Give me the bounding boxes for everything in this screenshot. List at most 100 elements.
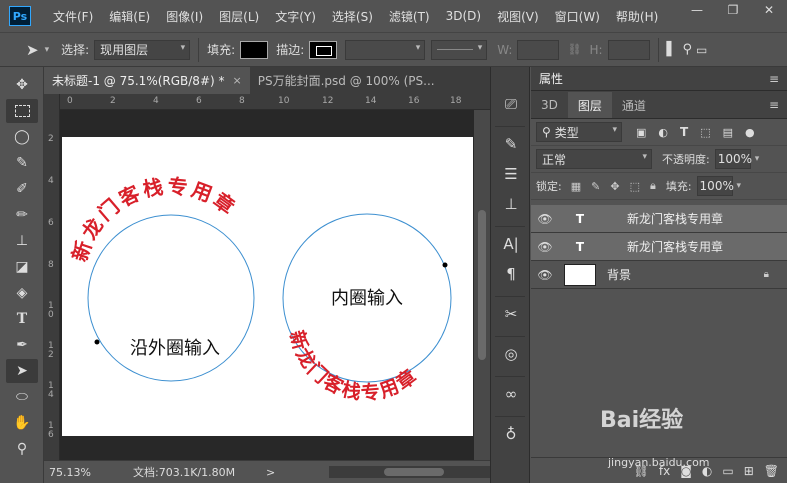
clone-source-icon[interactable]: ⊥ [496,191,526,217]
blend-mode-dropdown[interactable]: 正常 ▾ [536,149,652,169]
lock-artboard-icon[interactable]: ⬚ [630,180,640,193]
close-window-icon[interactable]: ✕ [751,0,787,20]
layer-filter-dropdown[interactable]: ⚲ 类型 ▾ [536,122,622,142]
workspace-icon[interactable]: ▭ [696,43,707,57]
menu-edit[interactable]: 编辑(E) [101,8,158,25]
tab-untitled-1[interactable]: 未标题-1 @ 75.1%(RGB/8#) * × [44,67,250,94]
eyedropper-tool-icon[interactable]: ✐ [6,177,38,201]
tab-layers[interactable]: 图层 [567,92,612,118]
vertical-scrollbar[interactable] [474,110,490,460]
stamp-tool-icon[interactable]: ⊥ [6,229,38,253]
learn-lightbulb-icon[interactable]: ♁ [496,421,526,447]
layer-name[interactable]: 背景 [607,266,631,283]
paint-bucket-tool-icon[interactable]: ◈ [6,281,38,305]
scrollbar-thumb[interactable] [478,210,486,360]
eye-icon[interactable]: 👁︎ [531,212,559,226]
menu-file[interactable]: 文件(F) [45,8,101,25]
lock-pixels-icon[interactable]: ✎ [591,180,600,193]
filter-smart-object-icon[interactable]: ▤ [723,126,733,139]
minimize-icon[interactable]: — [679,0,715,20]
menu-filter[interactable]: 滤镜(T) [381,8,438,25]
status-menu-arrow[interactable]: > [266,466,275,479]
menu-window[interactable]: 窗口(W) [547,8,608,25]
zoom-tool-icon[interactable]: ⚲ [6,437,38,461]
eye-icon[interactable]: 👁︎ [531,268,559,282]
panel-menu-icon[interactable]: ≡ [769,98,779,112]
menu-view[interactable]: 视图(V) [489,8,547,25]
filter-toggle-icon[interactable]: ● [745,126,755,139]
filter-type-icon[interactable]: T [680,125,688,139]
ellipse-tool-icon[interactable]: ⬭ [6,385,38,409]
delete-layer-icon[interactable]: 🗑︎ [764,464,779,478]
menu-3d[interactable]: 3D(D) [438,9,489,23]
menu-select[interactable]: 选择(S) [324,8,381,25]
path-operations-icon[interactable]: ▌ [667,42,677,57]
type-tool-icon[interactable]: T [6,307,38,331]
libraries-icon[interactable]: ◎ [496,341,526,367]
chevron-down-icon[interactable]: ▾ [737,181,742,191]
filter-shape-icon[interactable]: ⬚ [700,126,710,139]
new-layer-icon[interactable]: ⊞ [744,464,754,478]
tool-preset-chevron-icon[interactable]: ▾ [45,45,50,55]
lock-transparent-icon[interactable]: ▦ [571,180,581,193]
height-input[interactable] [607,39,650,60]
canvas-area[interactable]: 新龙门客栈专用章 沿外圈输入 新龙门客栈专用章 内圈输入 [60,110,474,460]
tab-3d[interactable]: 3D [531,92,568,118]
opacity-input[interactable]: 100% [714,149,752,169]
fill-input[interactable]: 100% [696,176,734,196]
brush-tool-icon[interactable]: ✏ [6,203,38,227]
eye-icon[interactable]: 👁︎ [531,240,559,254]
hand-tool-icon[interactable]: ✋ [6,411,38,435]
new-group-icon[interactable]: ▭ [722,464,733,478]
menu-image[interactable]: 图像(I) [158,8,211,25]
move-tool-icon[interactable]: ✥ [6,73,38,97]
properties-title[interactable]: 属性 [539,70,563,87]
menu-help[interactable]: 帮助(H) [608,8,666,25]
filter-pixel-icon[interactable]: ▣ [636,126,646,139]
stroke-type-dropdown[interactable]: ▾ [431,39,488,60]
layer-row[interactable]: 👁︎ T 新龙门客栈专用章 [531,233,787,261]
marquee-tool-icon[interactable] [6,99,38,123]
close-icon[interactable]: × [233,74,242,87]
link-icon[interactable]: ⛓ [567,43,581,56]
menu-layer[interactable]: 图层(L) [211,8,267,25]
eraser-tool-icon[interactable]: ◪ [6,255,38,279]
path-anchor-point[interactable] [94,339,100,345]
width-input[interactable] [517,39,560,60]
tools-icon[interactable]: ✂ [496,301,526,327]
history-icon[interactable]: ⎚ [496,91,526,117]
layer-name[interactable]: 新龙门客栈专用章 [627,238,723,255]
panel-menu-icon[interactable]: ≡ [769,72,779,86]
inner-arc-text[interactable]: 新龙门客栈专用章 [285,328,422,405]
layer-name[interactable]: 新龙门客栈专用章 [627,210,723,227]
search-icon[interactable]: ⚲ [683,42,693,57]
layer-row[interactable]: 👁︎ 背景 🔒︎ [531,261,787,289]
stroke-swatch[interactable] [309,40,338,59]
creative-cloud-icon[interactable]: ∞ [496,381,526,407]
quick-selection-tool-icon[interactable]: ✎ [6,151,38,175]
restore-icon[interactable]: ❐ [715,0,751,20]
path-anchor-point[interactable] [442,262,448,268]
lock-icon[interactable]: 🔒︎ [764,269,769,280]
tab-ps-cover[interactable]: PS万能封面.psd @ 100% (PS... [250,67,443,94]
select-mode-dropdown[interactable]: 现用图层 ▾ [94,39,191,60]
fill-swatch[interactable] [240,40,269,59]
layer-row[interactable]: 👁︎ T 新龙门客栈专用章 [531,205,787,233]
adjustments-icon[interactable]: ☰ [496,161,526,187]
tab-channels[interactable]: 通道 [612,92,656,118]
outer-arc-text[interactable]: 新龙门客栈专用章 [67,174,241,265]
zoom-level[interactable]: 75.13% [49,466,109,479]
path-selection-tool-icon[interactable]: ➤ [26,41,39,59]
filter-adjustment-icon[interactable]: ◐ [658,126,668,139]
paragraph-icon[interactable]: ¶ [496,261,526,287]
menu-type[interactable]: 文字(Y) [267,8,324,25]
lasso-tool-icon[interactable]: ◯ [6,125,38,149]
lock-position-icon[interactable]: ✥ [610,180,619,193]
scrollbar-thumb[interactable] [384,468,444,476]
character-icon[interactable]: A| [496,231,526,257]
path-selection-tool-icon[interactable]: ➤ [6,359,38,383]
stroke-width-dropdown[interactable]: ▾ [345,39,426,60]
chevron-down-icon[interactable]: ▾ [755,154,760,164]
brush-settings-icon[interactable]: ✎ [496,131,526,157]
document-canvas[interactable]: 新龙门客栈专用章 沿外圈输入 新龙门客栈专用章 内圈输入 [62,137,473,436]
